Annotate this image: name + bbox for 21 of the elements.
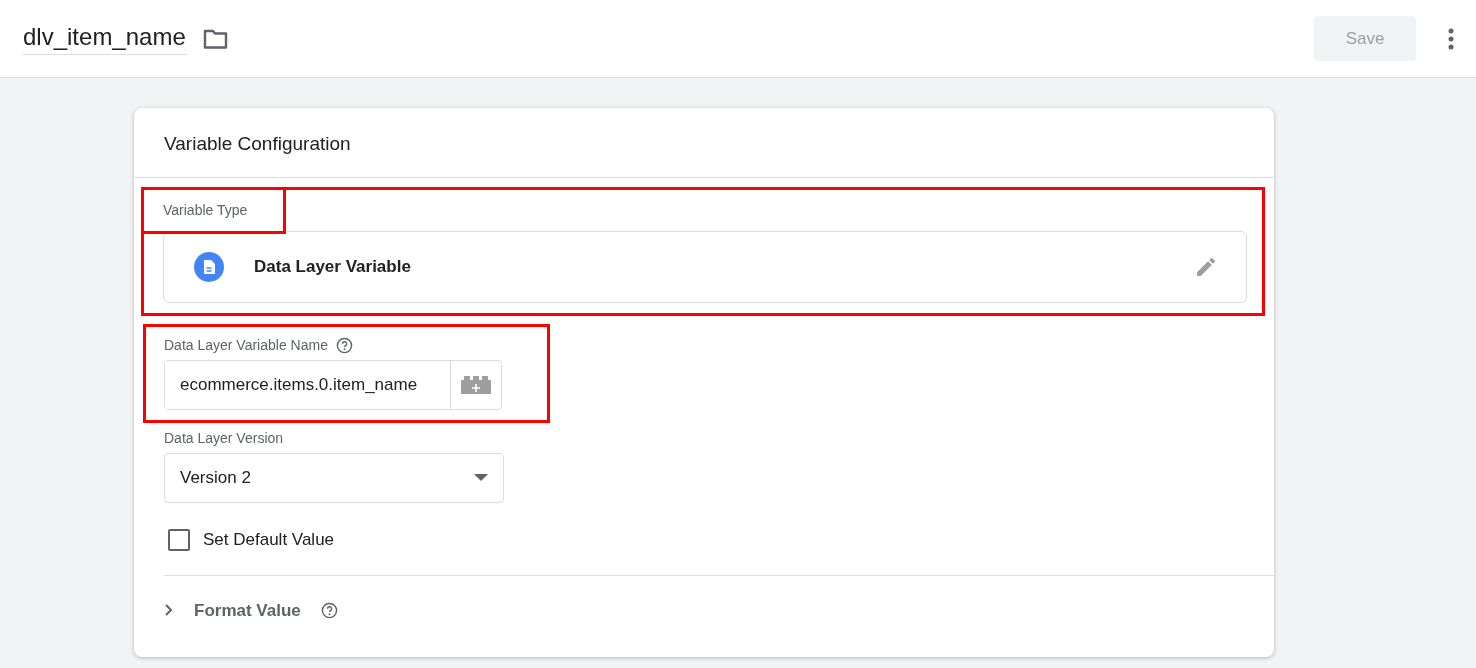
checkbox-label: Set Default Value: [203, 529, 335, 551]
variable-name-field[interactable]: ecommerce.items.0.item_name: [164, 360, 502, 410]
section-label: Variable Type: [144, 190, 284, 231]
variable-type-name: Data Layer Variable: [254, 256, 411, 279]
help-icon[interactable]: [335, 337, 353, 354]
card-title: Variable Configuration: [164, 133, 351, 154]
section-title[interactable]: Format Value: [194, 597, 301, 623]
chevron-icon[interactable]: [164, 603, 174, 618]
variable-type-tile[interactable]: Data Layer Variable: [163, 231, 1247, 303]
field-label: Data Layer Version: [164, 429, 285, 448]
dropdown-arrow-icon: [474, 474, 488, 482]
checkbox[interactable]: [168, 528, 190, 551]
add-variable-icon[interactable]: [461, 376, 491, 394]
field-label: Data Layer Variable Name: [164, 336, 328, 355]
help-icon[interactable]: [320, 601, 338, 619]
edit-icon[interactable]: [1194, 255, 1218, 279]
document-icon: [194, 252, 224, 282]
variable-name-title[interactable]: dlv_item_name: [23, 22, 187, 55]
version-dropdown[interactable]: Version 2: [164, 453, 504, 503]
folder-icon[interactable]: [202, 27, 229, 50]
more-menu-icon[interactable]: [1448, 27, 1454, 50]
